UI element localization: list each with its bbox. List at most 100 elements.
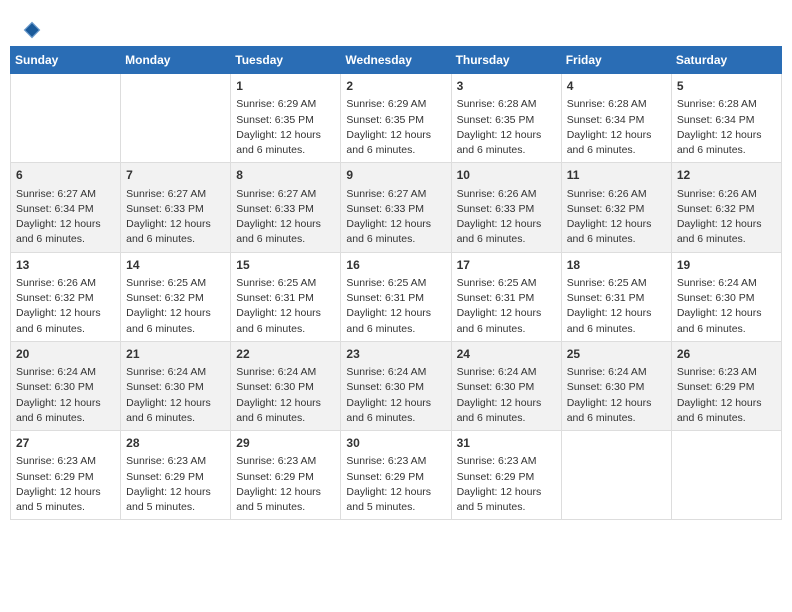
day-number: 5 (677, 78, 776, 95)
calendar-cell (671, 431, 781, 520)
day-number: 22 (236, 346, 335, 363)
day-info: Sunrise: 6:25 AM Sunset: 6:31 PM Dayligh… (457, 276, 556, 337)
day-number: 26 (677, 346, 776, 363)
day-number: 1 (236, 78, 335, 95)
calendar-header-row: SundayMondayTuesdayWednesdayThursdayFrid… (11, 47, 782, 74)
day-of-week-header: Tuesday (231, 47, 341, 74)
day-info: Sunrise: 6:26 AM Sunset: 6:32 PM Dayligh… (16, 276, 115, 337)
calendar-cell: 27 Sunrise: 6:23 AM Sunset: 6:29 PM Dayli… (11, 431, 121, 520)
calendar-cell: 30 Sunrise: 6:23 AM Sunset: 6:29 PM Dayli… (341, 431, 451, 520)
day-info: Sunrise: 6:23 AM Sunset: 6:29 PM Dayligh… (346, 454, 445, 515)
day-number: 21 (126, 346, 225, 363)
day-number: 30 (346, 435, 445, 452)
day-info: Sunrise: 6:24 AM Sunset: 6:30 PM Dayligh… (16, 365, 115, 426)
calendar-cell: 24 Sunrise: 6:24 AM Sunset: 6:30 PM Dayli… (451, 341, 561, 430)
day-number: 4 (567, 78, 666, 95)
calendar-week-row: 6 Sunrise: 6:27 AM Sunset: 6:34 PM Daylig… (11, 163, 782, 252)
day-of-week-header: Thursday (451, 47, 561, 74)
day-info: Sunrise: 6:24 AM Sunset: 6:30 PM Dayligh… (457, 365, 556, 426)
day-info: Sunrise: 6:28 AM Sunset: 6:35 PM Dayligh… (457, 97, 556, 158)
day-info: Sunrise: 6:29 AM Sunset: 6:35 PM Dayligh… (236, 97, 335, 158)
calendar-cell: 8 Sunrise: 6:27 AM Sunset: 6:33 PM Daylig… (231, 163, 341, 252)
day-info: Sunrise: 6:23 AM Sunset: 6:29 PM Dayligh… (16, 454, 115, 515)
day-info: Sunrise: 6:23 AM Sunset: 6:29 PM Dayligh… (677, 365, 776, 426)
day-number: 25 (567, 346, 666, 363)
calendar-cell: 26 Sunrise: 6:23 AM Sunset: 6:29 PM Dayli… (671, 341, 781, 430)
day-info: Sunrise: 6:24 AM Sunset: 6:30 PM Dayligh… (677, 276, 776, 337)
calendar-cell (561, 431, 671, 520)
calendar-cell (11, 74, 121, 163)
calendar-cell: 10 Sunrise: 6:26 AM Sunset: 6:33 PM Dayli… (451, 163, 561, 252)
calendar-cell: 1 Sunrise: 6:29 AM Sunset: 6:35 PM Daylig… (231, 74, 341, 163)
day-info: Sunrise: 6:24 AM Sunset: 6:30 PM Dayligh… (346, 365, 445, 426)
calendar-cell: 29Sunrise: 6:23 AM Sunset: 6:29 PM Dayli… (231, 431, 341, 520)
day-info: Sunrise: 6:26 AM Sunset: 6:32 PM Dayligh… (677, 187, 776, 248)
calendar-cell: 23 Sunrise: 6:24 AM Sunset: 6:30 PM Dayli… (341, 341, 451, 430)
day-number: 18 (567, 257, 666, 274)
calendar-cell: 16Sunrise: 6:25 AM Sunset: 6:31 PM Dayli… (341, 252, 451, 341)
day-info: Sunrise: 6:23 AM Sunset: 6:29 PM Dayligh… (126, 454, 225, 515)
logo-icon (22, 20, 42, 40)
day-info: Sunrise: 6:23 AM Sunset: 6:29 PM Dayligh… (236, 454, 335, 515)
calendar-cell: 22 Sunrise: 6:24 AM Sunset: 6:30 PM Dayli… (231, 341, 341, 430)
calendar-cell: 25 Sunrise: 6:24 AM Sunset: 6:30 PM Dayli… (561, 341, 671, 430)
calendar-cell: 31 Sunrise: 6:23 AM Sunset: 6:29 PM Dayli… (451, 431, 561, 520)
calendar-cell: 4Sunrise: 6:28 AM Sunset: 6:34 PM Daylig… (561, 74, 671, 163)
day-info: Sunrise: 6:24 AM Sunset: 6:30 PM Dayligh… (236, 365, 335, 426)
day-number: 14 (126, 257, 225, 274)
day-info: Sunrise: 6:24 AM Sunset: 6:30 PM Dayligh… (567, 365, 666, 426)
calendar-cell: 3 Sunrise: 6:28 AM Sunset: 6:35 PM Daylig… (451, 74, 561, 163)
day-of-week-header: Sunday (11, 47, 121, 74)
logo (20, 20, 42, 40)
calendar-cell: 20 Sunrise: 6:24 AM Sunset: 6:30 PM Dayli… (11, 341, 121, 430)
day-number: 8 (236, 167, 335, 184)
calendar-cell: 21Sunrise: 6:24 AM Sunset: 6:30 PM Dayli… (121, 341, 231, 430)
day-info: Sunrise: 6:27 AM Sunset: 6:34 PM Dayligh… (16, 187, 115, 248)
day-number: 28 (126, 435, 225, 452)
day-number: 23 (346, 346, 445, 363)
day-info: Sunrise: 6:26 AM Sunset: 6:32 PM Dayligh… (567, 187, 666, 248)
day-info: Sunrise: 6:27 AM Sunset: 6:33 PM Dayligh… (346, 187, 445, 248)
day-of-week-header: Friday (561, 47, 671, 74)
day-number: 13 (16, 257, 115, 274)
calendar-cell: 13 Sunrise: 6:26 AM Sunset: 6:32 PM Dayli… (11, 252, 121, 341)
calendar-cell: 17Sunrise: 6:25 AM Sunset: 6:31 PM Dayli… (451, 252, 561, 341)
day-number: 12 (677, 167, 776, 184)
calendar-cell: 12 Sunrise: 6:26 AM Sunset: 6:32 PM Dayli… (671, 163, 781, 252)
day-number: 19 (677, 257, 776, 274)
day-number: 11 (567, 167, 666, 184)
calendar-cell: 7Sunrise: 6:27 AM Sunset: 6:33 PM Daylig… (121, 163, 231, 252)
day-info: Sunrise: 6:25 AM Sunset: 6:31 PM Dayligh… (236, 276, 335, 337)
day-number: 6 (16, 167, 115, 184)
day-number: 16 (346, 257, 445, 274)
day-number: 3 (457, 78, 556, 95)
calendar-week-row: 20 Sunrise: 6:24 AM Sunset: 6:30 PM Dayli… (11, 341, 782, 430)
day-info: Sunrise: 6:27 AM Sunset: 6:33 PM Dayligh… (126, 187, 225, 248)
calendar-cell: 11 Sunrise: 6:26 AM Sunset: 6:32 PM Dayli… (561, 163, 671, 252)
calendar-cell: 15Sunrise: 6:25 AM Sunset: 6:31 PM Dayli… (231, 252, 341, 341)
day-info: Sunrise: 6:23 AM Sunset: 6:29 PM Dayligh… (457, 454, 556, 515)
day-info: Sunrise: 6:26 AM Sunset: 6:33 PM Dayligh… (457, 187, 556, 248)
calendar-cell: 2Sunrise: 6:29 AM Sunset: 6:35 PM Daylig… (341, 74, 451, 163)
calendar-cell: 6 Sunrise: 6:27 AM Sunset: 6:34 PM Daylig… (11, 163, 121, 252)
day-info: Sunrise: 6:25 AM Sunset: 6:31 PM Dayligh… (567, 276, 666, 337)
calendar-cell (121, 74, 231, 163)
day-info: Sunrise: 6:27 AM Sunset: 6:33 PM Dayligh… (236, 187, 335, 248)
day-info: Sunrise: 6:25 AM Sunset: 6:32 PM Dayligh… (126, 276, 225, 337)
calendar-cell: 28 Sunrise: 6:23 AM Sunset: 6:29 PM Dayli… (121, 431, 231, 520)
calendar-cell: 19 Sunrise: 6:24 AM Sunset: 6:30 PM Dayli… (671, 252, 781, 341)
calendar-cell: 5Sunrise: 6:28 AM Sunset: 6:34 PM Daylig… (671, 74, 781, 163)
day-of-week-header: Monday (121, 47, 231, 74)
day-number: 27 (16, 435, 115, 452)
day-number: 31 (457, 435, 556, 452)
day-info: Sunrise: 6:29 AM Sunset: 6:35 PM Dayligh… (346, 97, 445, 158)
day-number: 20 (16, 346, 115, 363)
calendar-cell: 18 Sunrise: 6:25 AM Sunset: 6:31 PM Dayli… (561, 252, 671, 341)
calendar-cell: 9 Sunrise: 6:27 AM Sunset: 6:33 PM Daylig… (341, 163, 451, 252)
day-number: 9 (346, 167, 445, 184)
calendar-week-row: 27 Sunrise: 6:23 AM Sunset: 6:29 PM Dayli… (11, 431, 782, 520)
day-number: 10 (457, 167, 556, 184)
day-number: 24 (457, 346, 556, 363)
calendar-cell: 14 Sunrise: 6:25 AM Sunset: 6:32 PM Dayli… (121, 252, 231, 341)
day-of-week-header: Saturday (671, 47, 781, 74)
